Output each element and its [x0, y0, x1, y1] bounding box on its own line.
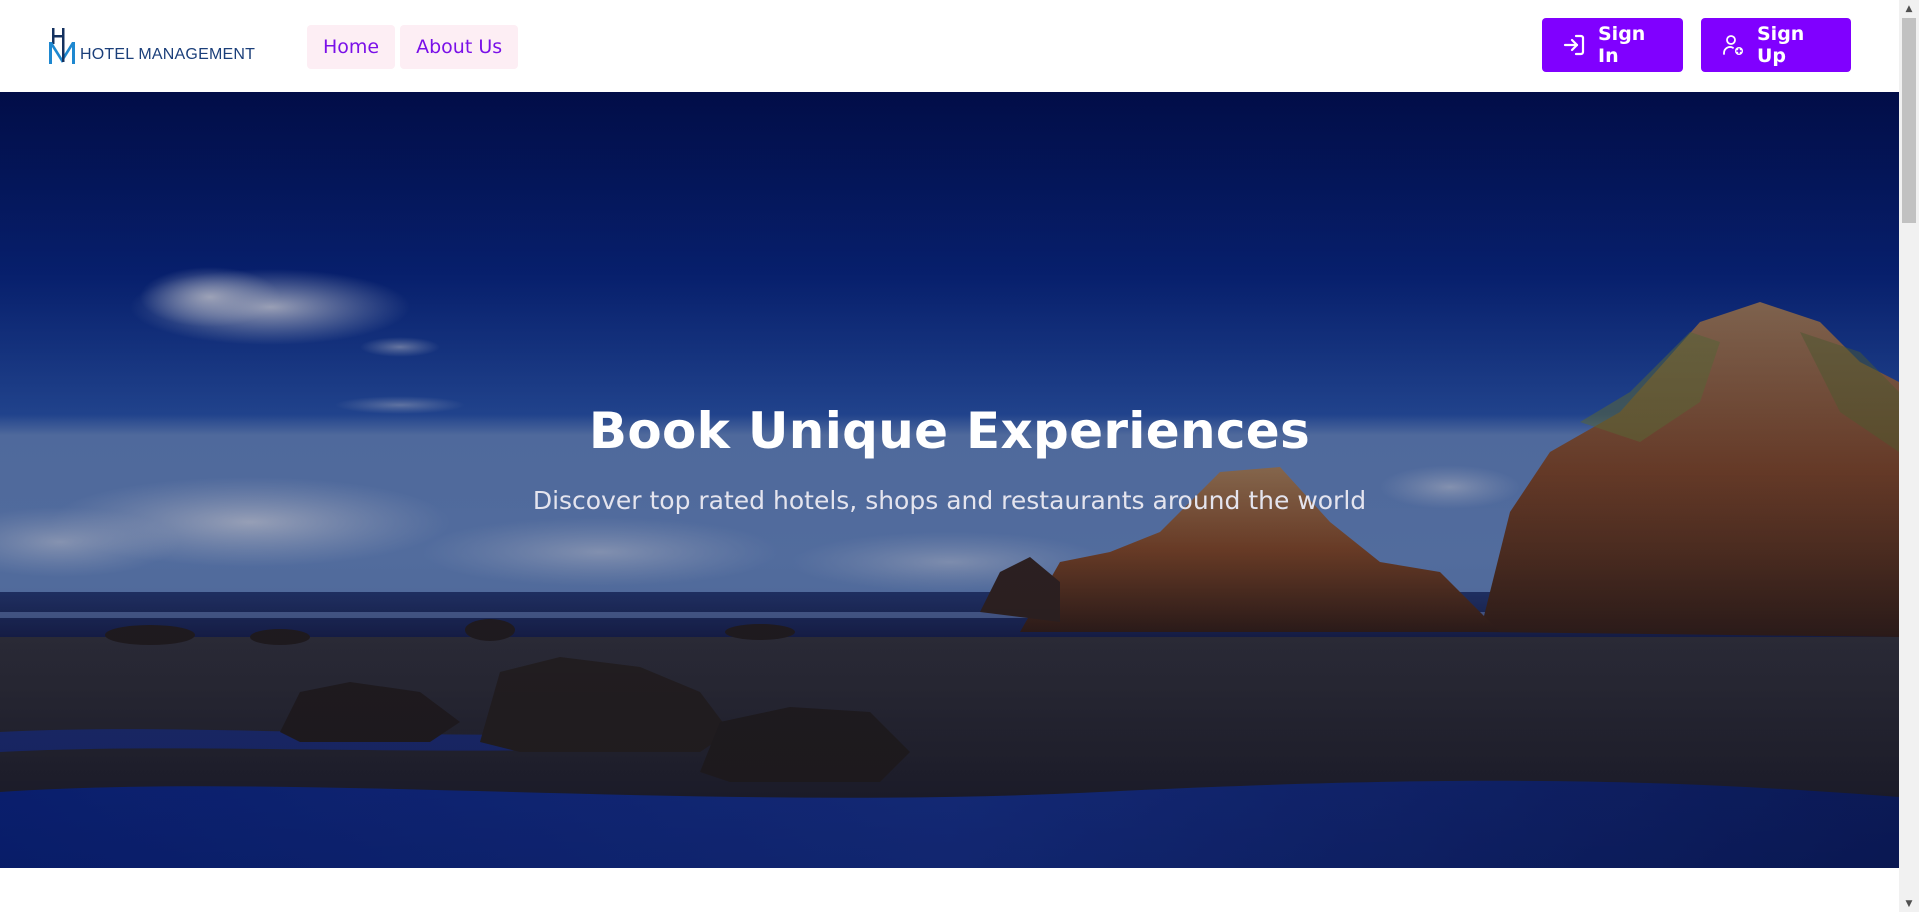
user-plus-icon	[1721, 33, 1745, 57]
navbar: HOTEL MANAGEMENT Home About Us Sign In S…	[0, 0, 1899, 92]
scroll-down-arrow-icon[interactable]: ▼	[1899, 895, 1919, 912]
sign-in-button[interactable]: Sign In	[1542, 18, 1683, 72]
scroll-thumb[interactable]	[1902, 18, 1916, 223]
logo-text: HOTEL MANAGEMENT	[80, 46, 256, 63]
page: HOTEL MANAGEMENT Home About Us Sign In S…	[0, 0, 1899, 912]
scroll-up-arrow-icon[interactable]: ▲	[1899, 0, 1919, 17]
hero-subtitle: Discover top rated hotels, shops and res…	[532, 486, 1367, 515]
sign-up-label: Sign Up	[1757, 23, 1805, 67]
main-nav: Home About Us	[307, 25, 519, 69]
auth-buttons: Sign In Sign Up	[1542, 18, 1851, 72]
hero-title: Book Unique Experiences	[588, 402, 1311, 460]
hm-logo-icon	[48, 26, 78, 66]
sign-in-label: Sign In	[1598, 23, 1646, 67]
nav-about-link[interactable]: About Us	[400, 25, 519, 69]
nav-home-link[interactable]: Home	[307, 25, 396, 69]
hero-content: Book Unique Experiences Discover top rat…	[0, 402, 1899, 515]
login-arrow-icon	[1562, 33, 1586, 57]
sign-up-button[interactable]: Sign Up	[1701, 18, 1851, 72]
hero-section: Book Unique Experiences Discover top rat…	[0, 92, 1899, 868]
page-scrollbar[interactable]: ▲ ▼	[1899, 0, 1919, 912]
logo[interactable]: HOTEL MANAGEMENT	[48, 24, 255, 66]
